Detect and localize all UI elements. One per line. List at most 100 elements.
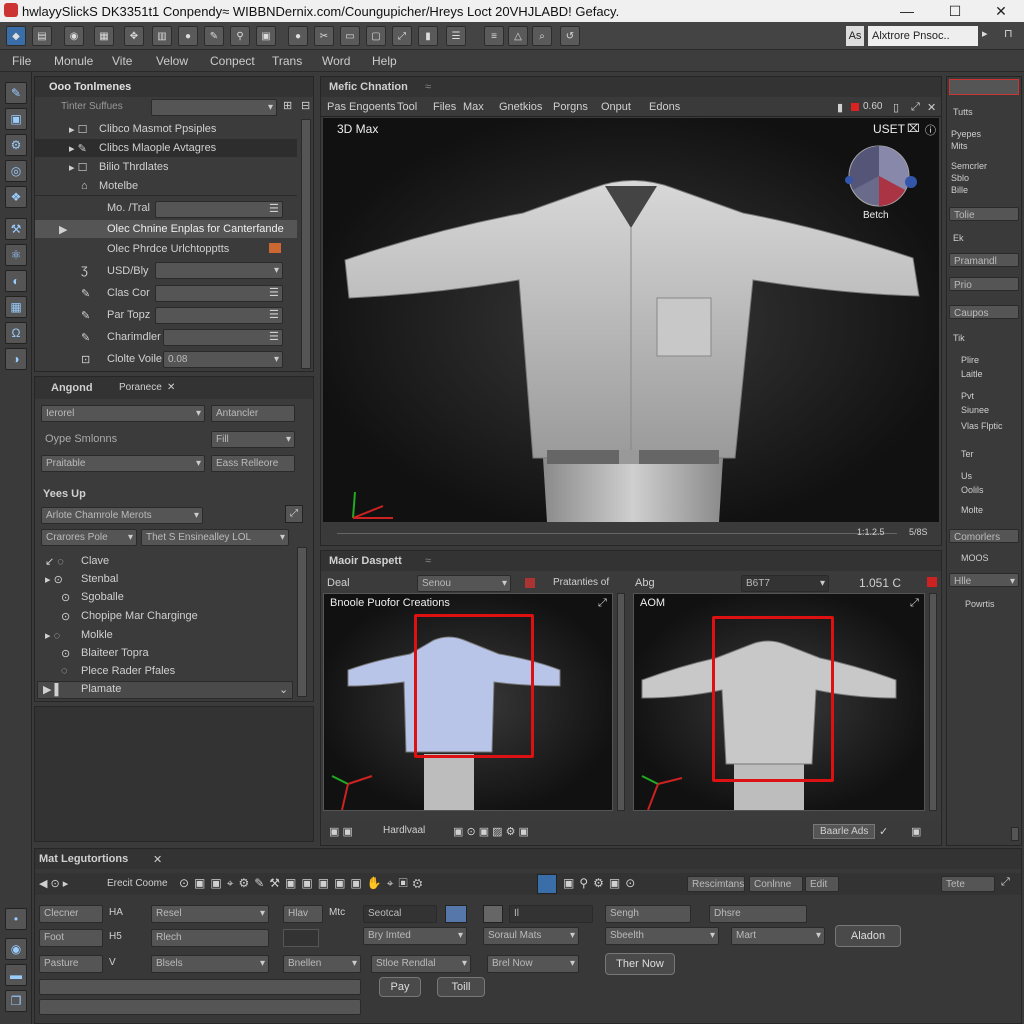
right-item[interactable]: Pvt [961, 391, 974, 401]
menu-icon[interactable]: ☰ [269, 286, 279, 299]
right-item[interactable]: Sblo [951, 173, 969, 183]
scrollbar[interactable] [617, 593, 625, 811]
scrollbar[interactable] [297, 547, 307, 697]
right-item[interactable]: Plire [961, 355, 979, 365]
list-item[interactable]: Stenbal [81, 573, 118, 585]
prop-label[interactable]: Olec Phrdce Urlchtopptts [107, 243, 229, 255]
right-field[interactable]: Comorlers [949, 529, 1019, 543]
source-dropdown[interactable]: Senou [417, 575, 511, 592]
menu-icon[interactable]: ☰ [269, 330, 279, 343]
list-item[interactable]: Plece Rader Pfales [81, 665, 175, 677]
prop-field[interactable]: Foot [39, 929, 103, 947]
right-item[interactable]: Us [961, 471, 972, 481]
pole-dropdown[interactable]: Crarores Pole [41, 529, 137, 546]
tree-item[interactable]: Clibco Masmot Ppsiples [99, 123, 216, 135]
play-icon[interactable]: ▶ [59, 223, 67, 236]
prop-field[interactable] [163, 329, 283, 346]
right-item[interactable]: Vlas Flptic [961, 421, 1003, 431]
prop-field[interactable]: Clecner [39, 905, 103, 923]
right-field[interactable]: Pramandl [949, 253, 1019, 267]
tree-item[interactable]: Bilio Thrdlates [99, 161, 169, 173]
maximize-button[interactable]: ☐ [932, 0, 978, 22]
gauge-icon[interactable]: ◐ [5, 270, 27, 292]
prop-dropdown[interactable]: Bry Imted [363, 927, 467, 945]
viewport-menu[interactable]: Edons [649, 101, 680, 113]
record-icon[interactable]: ▣ [911, 825, 921, 838]
new-file-icon[interactable]: ◆ [6, 26, 26, 46]
prop-field[interactable]: Rlech [151, 929, 269, 947]
tree-expand-icon[interactable]: ▸ ☐ [69, 123, 87, 136]
list-item[interactable]: Sgoballe [81, 591, 124, 603]
prop-field[interactable]: Pasture [39, 955, 103, 973]
prop-field[interactable] [155, 285, 283, 302]
chip[interactable]: Rescimtans [687, 876, 745, 892]
chip[interactable]: Edit [805, 876, 839, 892]
prop-field[interactable] [155, 307, 283, 324]
filter-settings-icon[interactable]: ⊟ [301, 99, 310, 112]
tree-expand-icon[interactable]: ▸ ☐ [69, 161, 87, 174]
open-icon[interactable]: ▤ [32, 26, 52, 46]
ensemble-dropdown[interactable]: Thet S Ensinealley LOL [141, 529, 289, 546]
brush-icon[interactable]: ✎ [5, 82, 27, 104]
grid-icon[interactable]: ▦ [94, 26, 114, 46]
frame-icon[interactable]: ▢ [366, 26, 386, 46]
close-icon[interactable] [927, 577, 937, 587]
right-item[interactable]: Ek [953, 233, 964, 243]
prop-field[interactable]: Dhsre [709, 905, 807, 923]
layers-icon[interactable]: ▥ [152, 26, 172, 46]
list-item[interactable]: Clave [81, 555, 109, 567]
prop-dropdown[interactable]: Mart [731, 927, 825, 945]
toggle-icon[interactable] [283, 929, 319, 947]
tab-close-icon[interactable]: ✕ [153, 853, 162, 866]
right-field[interactable]: Tolie [949, 207, 1019, 221]
tool-icons[interactable]: ▣ ⊙ ▣ ▨ ⚙ ▣ [453, 825, 529, 838]
scrollbar[interactable] [301, 119, 311, 369]
minimize-button[interactable]: — [884, 0, 930, 22]
filter-add-icon[interactable]: ⊞ [283, 99, 292, 112]
sphere-icon[interactable]: ● [178, 26, 198, 46]
expand-icon[interactable]: ⤢ [392, 26, 412, 46]
box-icon[interactable]: ▣ [5, 108, 27, 130]
right-item[interactable]: Semcrler [951, 161, 987, 171]
menu-icon[interactable]: ☰ [269, 202, 279, 215]
tree-item[interactable]: Clibcs Mlaople Avtagres [99, 142, 216, 154]
sphere-tool-icon[interactable]: ◑ [5, 348, 27, 370]
right-item[interactable]: Laitle [961, 369, 983, 379]
camera-icon[interactable]: ▭ [340, 26, 360, 46]
list-item[interactable]: Chopipe Mar Charginge [81, 610, 198, 622]
tab-angond[interactable]: Angond [51, 382, 93, 394]
material-icon[interactable]: ▣ [256, 26, 276, 46]
prop-dropdown[interactable]: Brel Now [487, 955, 579, 973]
right-panel-header[interactable] [949, 79, 1019, 95]
right-item[interactable]: Ter [961, 449, 974, 459]
then-now-button[interactable]: Ther Now [605, 953, 675, 975]
prop-dropdown[interactable]: Blsels [151, 955, 269, 973]
align-icon[interactable]: ≡ [484, 26, 504, 46]
list-icon[interactable]: ☰ [446, 26, 466, 46]
long-field[interactable] [39, 979, 361, 995]
image-icon[interactable]: ▦ [5, 296, 27, 318]
viewport-menu[interactable]: Tool [397, 101, 417, 113]
prop-dropdown[interactable]: Bnellen [283, 955, 361, 973]
menu-conpect[interactable]: Conpect [210, 54, 255, 68]
move-icon[interactable]: ✥ [124, 26, 144, 46]
right-item[interactable]: Bille [951, 185, 968, 195]
record-icon[interactable] [851, 103, 859, 111]
menu-trans[interactable]: Trans [272, 54, 302, 68]
menu-word[interactable]: Word [322, 54, 350, 68]
right-item[interactable]: MOOS [961, 553, 989, 563]
right-field[interactable]: Prio [949, 277, 1019, 291]
cube-icon[interactable]: ❖ [5, 186, 27, 208]
prop-dropdown[interactable] [155, 262, 283, 279]
globe-icon[interactable]: ◉ [64, 26, 84, 46]
pause-icon[interactable]: ▯ [893, 101, 899, 114]
pay-button[interactable]: Pay [379, 977, 421, 997]
preset-dropdown[interactable]: B6T7 [741, 575, 829, 592]
motion-dropdown[interactable]: Arlote Chamrole Merots [41, 507, 203, 524]
record-icon[interactable]: ◉ [5, 938, 27, 960]
maximize-icon[interactable]: ⤢ [911, 101, 920, 114]
viewport-menu[interactable]: Porgns [553, 101, 588, 113]
right-item[interactable]: Mits [951, 141, 968, 151]
viewport-menu[interactable]: Pas Engoents [327, 101, 396, 113]
timeline-track[interactable] [337, 526, 897, 534]
